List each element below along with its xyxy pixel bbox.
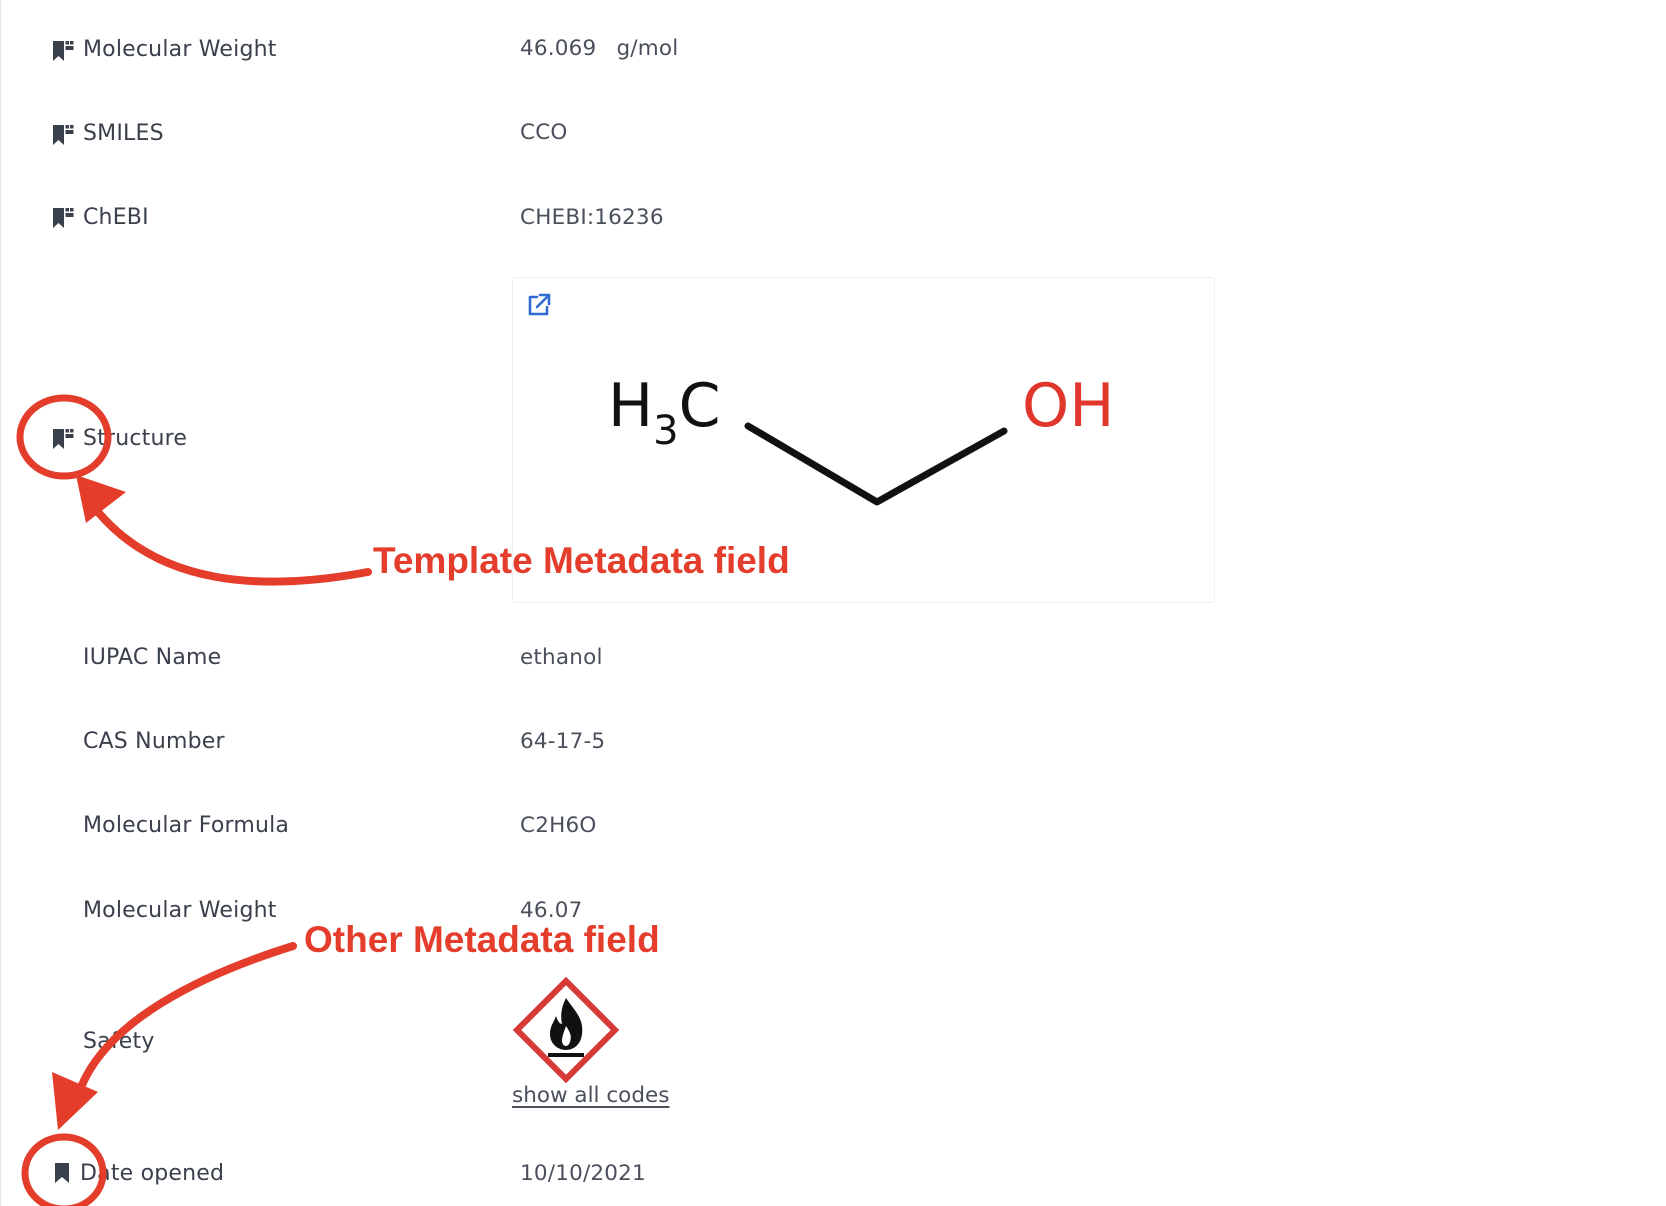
annotation-other-metadata-field: Other Metadata field bbox=[304, 919, 660, 960]
annotation-template-metadata-field: Template Metadata field bbox=[373, 540, 790, 581]
highlight-circle-other-field bbox=[21, 1133, 107, 1206]
annotation-arrowhead-other bbox=[52, 1072, 98, 1130]
annotation-arrow-template bbox=[94, 508, 372, 586]
highlight-circle-template-field bbox=[16, 394, 112, 480]
annotation-overlay bbox=[16, 394, 372, 1206]
annotation-arrow-other bbox=[78, 942, 297, 1089]
